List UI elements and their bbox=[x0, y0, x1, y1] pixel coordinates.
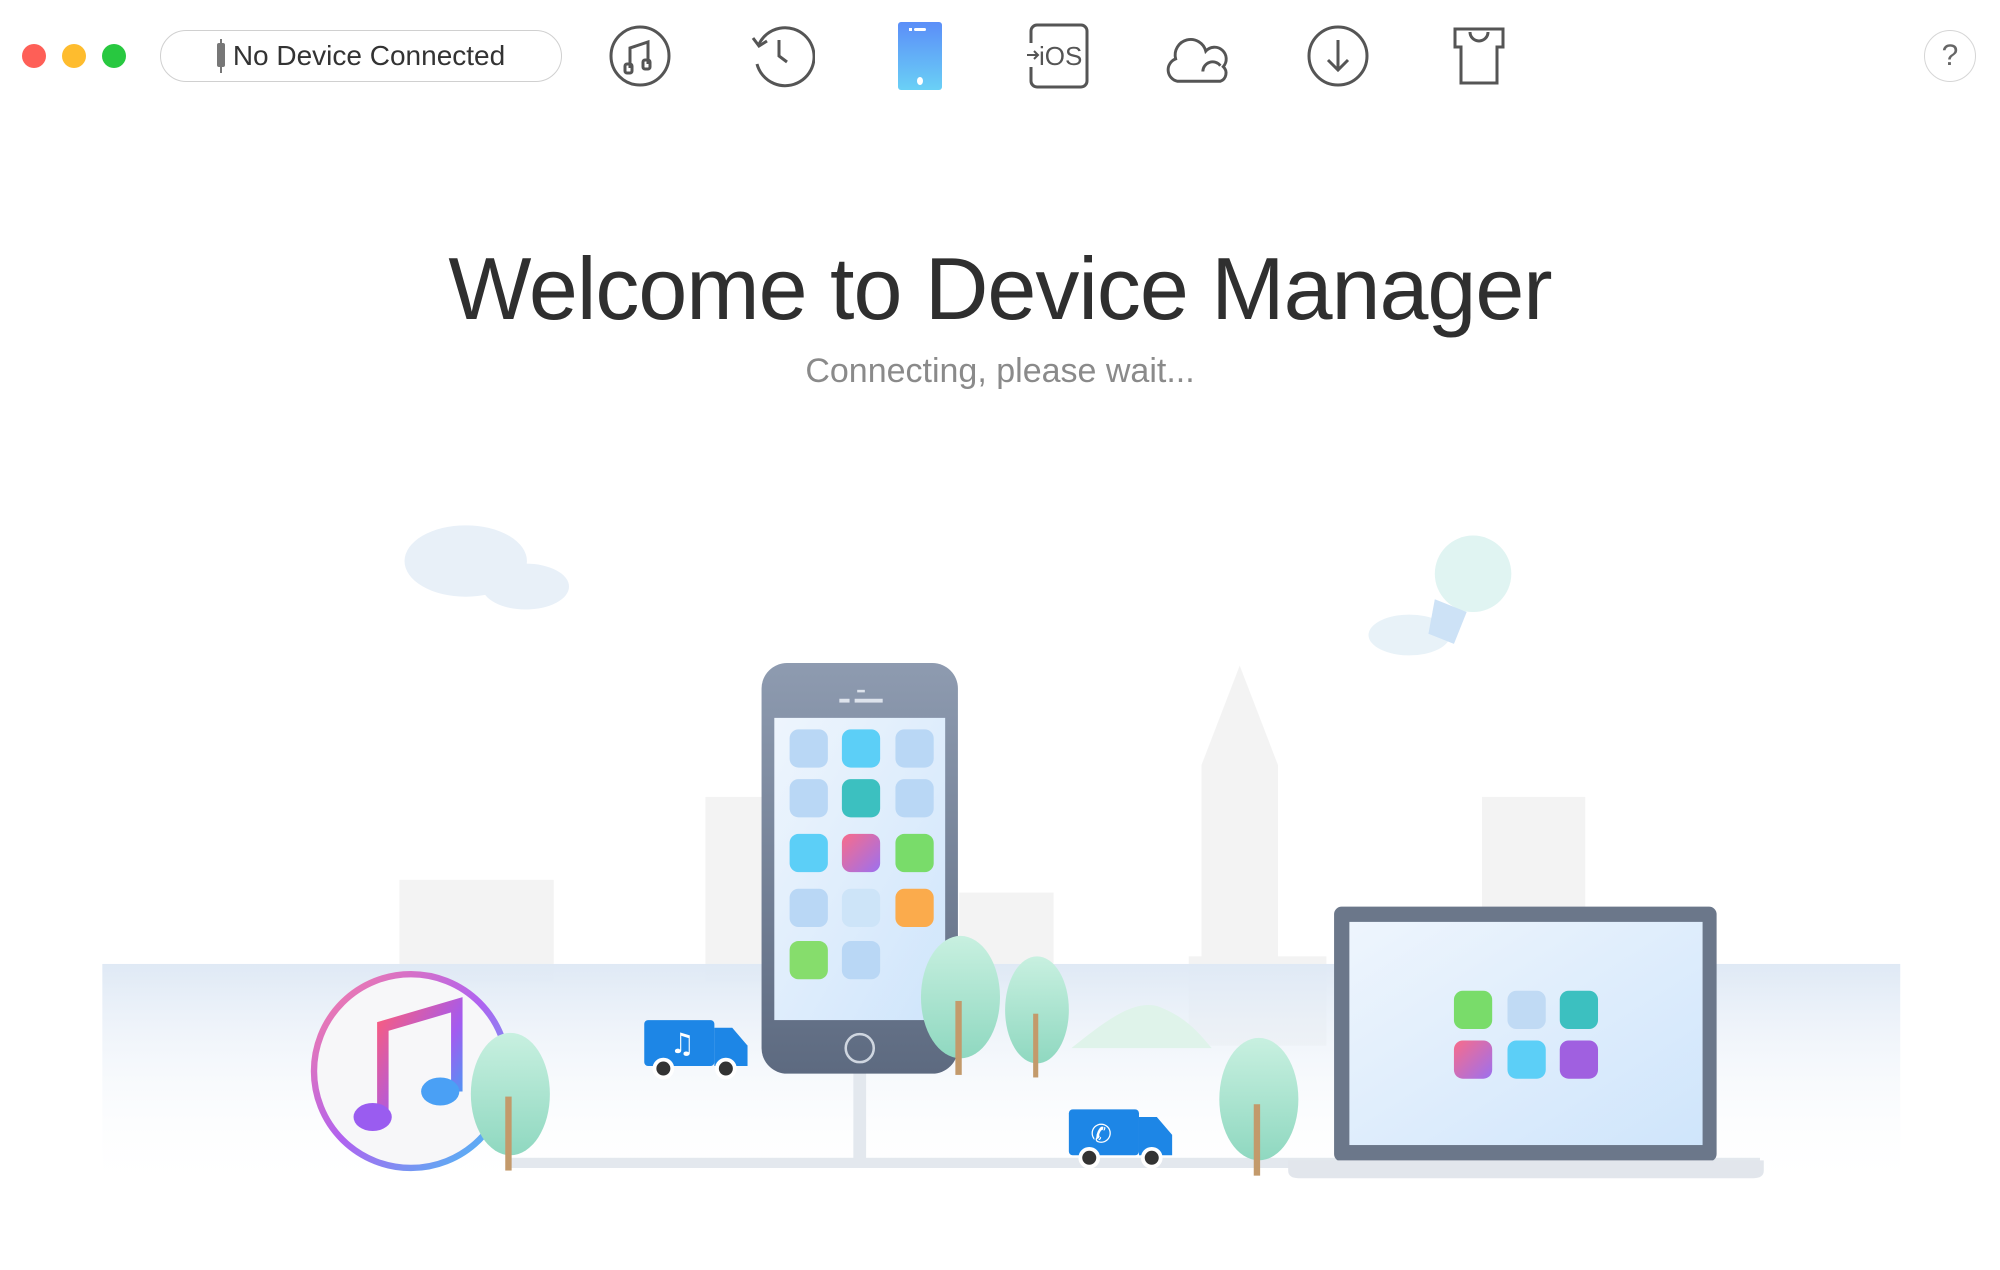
cloud-left bbox=[404, 525, 570, 610]
laptop-illustration bbox=[1288, 906, 1764, 1179]
connection-illustration: ♫ ✆ bbox=[102, 525, 1901, 1194]
cloud-right bbox=[1368, 535, 1512, 656]
svg-text:✆: ✆ bbox=[1091, 1119, 1112, 1149]
phone-stand bbox=[853, 1071, 867, 1161]
svg-text:♫: ♫ bbox=[670, 1027, 695, 1060]
